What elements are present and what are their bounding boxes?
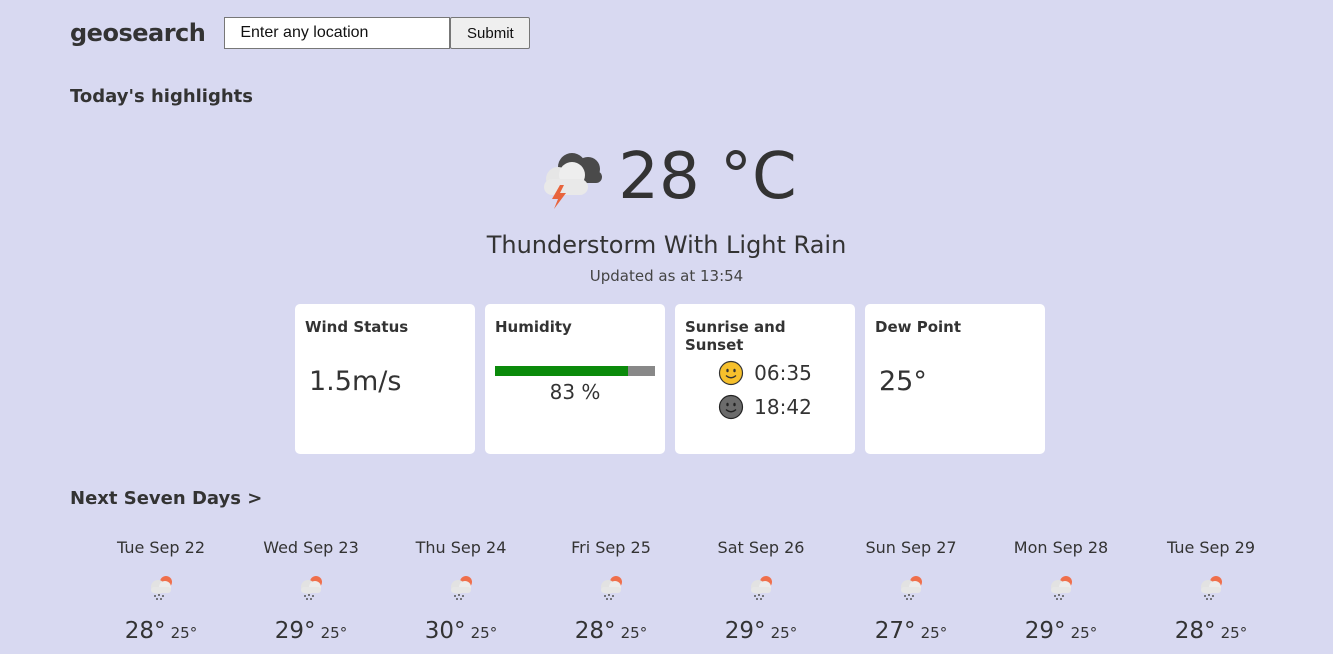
forecast-day: Fri Sep 25 28° 25° xyxy=(536,538,686,644)
day-high-temp: 30° xyxy=(424,618,466,644)
humidity-bar-fill xyxy=(495,366,628,376)
forecast-day: Sat Sep 26 29° 25° xyxy=(686,538,836,644)
sunset-row: 18:42 xyxy=(685,392,845,422)
forecast-day: Wed Sep 23 29° 25° xyxy=(236,538,386,644)
day-high-temp: 29° xyxy=(724,618,766,644)
card-title: Dew Point xyxy=(875,318,961,336)
day-temps: 28° 25° xyxy=(1136,618,1286,644)
sun-face-icon xyxy=(719,360,744,386)
forecast-day: Tue Sep 22 28° 25° xyxy=(86,538,236,644)
header: geosearch Submit xyxy=(70,17,531,49)
location-search-input[interactable] xyxy=(224,17,451,49)
humidity-card: Humidity 83 % xyxy=(485,304,665,454)
day-low-temp: 25° xyxy=(1220,624,1248,642)
day-temps: 28° 25° xyxy=(536,618,686,644)
day-label: Tue Sep 29 xyxy=(1166,538,1255,557)
dew-point-value: 25° xyxy=(879,366,927,397)
day-temps: 29° 25° xyxy=(236,618,386,644)
next-seven-days-link[interactable]: Next Seven Days > xyxy=(70,488,262,509)
day-high-temp: 29° xyxy=(274,618,316,644)
rain-cloud-icon xyxy=(901,576,922,600)
day-low-temp: 25° xyxy=(1070,624,1098,642)
day-low-temp: 25° xyxy=(320,624,348,642)
logo[interactable]: geosearch xyxy=(70,19,206,47)
day-label: Thu Sep 24 xyxy=(415,538,507,557)
day-label: Wed Sep 23 xyxy=(263,538,359,557)
day-temps: 29° 25° xyxy=(986,618,1136,644)
forecast-day: Tue Sep 29 28° 25° xyxy=(1136,538,1286,644)
forecast-day: Sun Sep 27 27° 25° xyxy=(836,538,986,644)
humidity-bar xyxy=(495,366,655,376)
card-title: Humidity xyxy=(495,318,572,336)
day-temps: 29° 25° xyxy=(686,618,836,644)
forecast-day: Mon Sep 28 29° 25° xyxy=(986,538,1136,644)
highlight-cards: Wind Status 1.5m/s Humidity 83 % Sunrise… xyxy=(295,304,1045,454)
current-temperature: 28 °C xyxy=(618,140,797,214)
day-low-temp: 25° xyxy=(920,624,948,642)
day-label: Sun Sep 27 xyxy=(865,538,957,557)
day-high-temp: 28° xyxy=(1174,618,1216,644)
day-low-temp: 25° xyxy=(170,624,198,642)
day-low-temp: 25° xyxy=(470,624,498,642)
current-weather: 28 °C xyxy=(0,140,1333,214)
day-high-temp: 27° xyxy=(874,618,916,644)
day-temps: 27° 25° xyxy=(836,618,986,644)
rain-cloud-icon xyxy=(601,576,622,600)
sunset-time: 18:42 xyxy=(754,395,812,419)
rain-cloud-icon xyxy=(1051,576,1072,600)
sunrise-row: 06:35 xyxy=(685,358,845,388)
humidity-value: 83 % xyxy=(549,380,601,404)
day-label: Tue Sep 22 xyxy=(116,538,205,557)
rain-cloud-icon xyxy=(151,576,172,600)
card-title: Sunrise and Sunset xyxy=(685,318,786,354)
forecast-list: Tue Sep 22 28° 25° Wed Sep 23 29° 25° Th… xyxy=(86,538,1286,644)
sunrise-sunset-card: Sunrise and Sunset 06:35 18:42 xyxy=(675,304,855,454)
rain-cloud-icon xyxy=(751,576,772,600)
day-temps: 28° 25° xyxy=(86,618,236,644)
wind-status-card: Wind Status 1.5m/s xyxy=(295,304,475,454)
day-label: Fri Sep 25 xyxy=(571,538,651,557)
day-high-temp: 28° xyxy=(124,618,166,644)
wind-value: 1.5m/s xyxy=(309,366,402,397)
submit-button[interactable]: Submit xyxy=(450,17,531,49)
forecast-day: Thu Sep 24 30° 25° xyxy=(386,538,536,644)
rain-cloud-icon xyxy=(1201,576,1222,600)
moon-face-icon xyxy=(719,394,744,420)
updated-time: Updated as at 13:54 xyxy=(589,267,744,285)
day-high-temp: 28° xyxy=(574,618,616,644)
rain-cloud-icon xyxy=(451,576,472,600)
dew-point-card: Dew Point 25° xyxy=(865,304,1045,454)
highlights-title: Today's highlights xyxy=(70,86,253,107)
weather-description: Thunderstorm With Light Rain xyxy=(486,231,847,259)
day-low-temp: 25° xyxy=(770,624,798,642)
day-temps: 30° 25° xyxy=(386,618,536,644)
thunderstorm-cloud-icon xyxy=(544,153,603,209)
sunrise-time: 06:35 xyxy=(754,361,812,385)
day-label: Sat Sep 26 xyxy=(717,538,805,557)
day-low-temp: 25° xyxy=(620,624,648,642)
rain-cloud-icon xyxy=(301,576,322,600)
day-high-temp: 29° xyxy=(1024,618,1066,644)
day-label: Mon Sep 28 xyxy=(1013,538,1109,557)
card-title: Wind Status xyxy=(305,318,409,336)
